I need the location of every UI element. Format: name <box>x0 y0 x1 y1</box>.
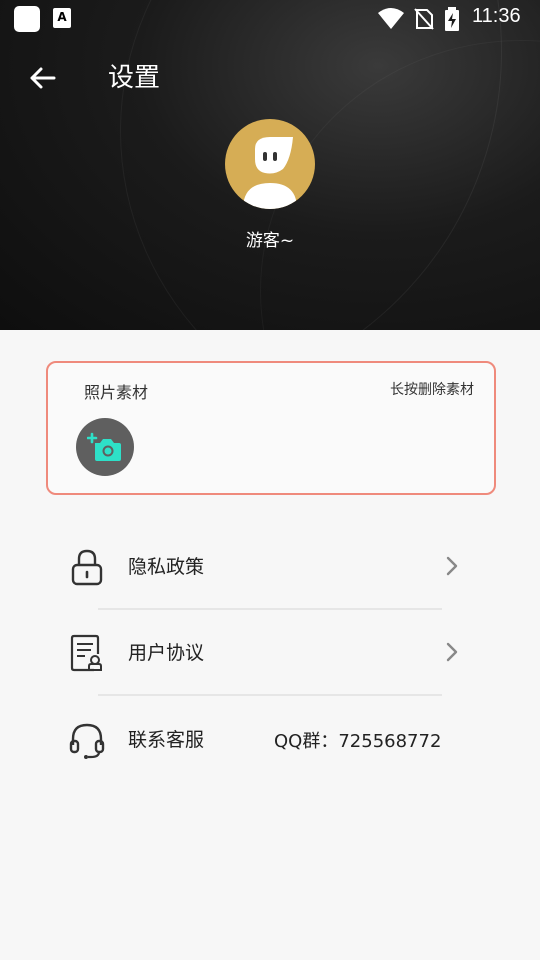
add-camera-icon <box>87 432 121 461</box>
menu-item-contact-service[interactable]: 联系客服 QQ群：725568772 <box>64 709 474 769</box>
app-notification-icon <box>14 6 40 32</box>
header-banner: A 11:36 设置 游客~ <box>0 0 540 330</box>
headset-icon <box>69 723 105 759</box>
contact-service-label: 联系客服 <box>128 729 205 751</box>
font-app-icon: A <box>53 8 71 28</box>
photo-material-card: 照片素材 长按删除素材 <box>46 361 496 495</box>
page-title: 设置 <box>108 63 161 93</box>
divider <box>98 694 442 696</box>
avatar[interactable] <box>225 119 315 209</box>
privacy-policy-label: 隐私政策 <box>128 556 205 578</box>
battery-charging-icon <box>445 7 459 31</box>
photo-material-title: 照片素材 <box>84 383 149 402</box>
user-agreement-label: 用户协议 <box>128 642 205 664</box>
wifi-icon <box>378 8 404 29</box>
delete-hint: 长按删除素材 <box>390 382 474 398</box>
document-icon <box>70 634 102 672</box>
lock-icon <box>71 549 103 586</box>
add-photo-button[interactable] <box>76 418 134 476</box>
status-bar: A 11:36 <box>0 0 540 38</box>
user-nickname: 游客~ <box>245 231 295 251</box>
divider <box>98 608 442 610</box>
status-icons <box>378 6 460 32</box>
chevron-right-icon <box>446 642 458 662</box>
user-avatar-icon <box>243 137 297 209</box>
menu-item-privacy-policy[interactable]: 隐私政策 <box>64 536 474 596</box>
back-button[interactable] <box>24 60 60 96</box>
clock: 11:36 <box>472 5 521 27</box>
menu-item-user-agreement[interactable]: 用户协议 <box>64 622 474 682</box>
chevron-right-icon <box>446 556 458 576</box>
qq-group-number: QQ群：725568772 <box>274 731 442 752</box>
no-sim-icon <box>414 8 434 30</box>
arrow-left-icon <box>30 67 56 89</box>
